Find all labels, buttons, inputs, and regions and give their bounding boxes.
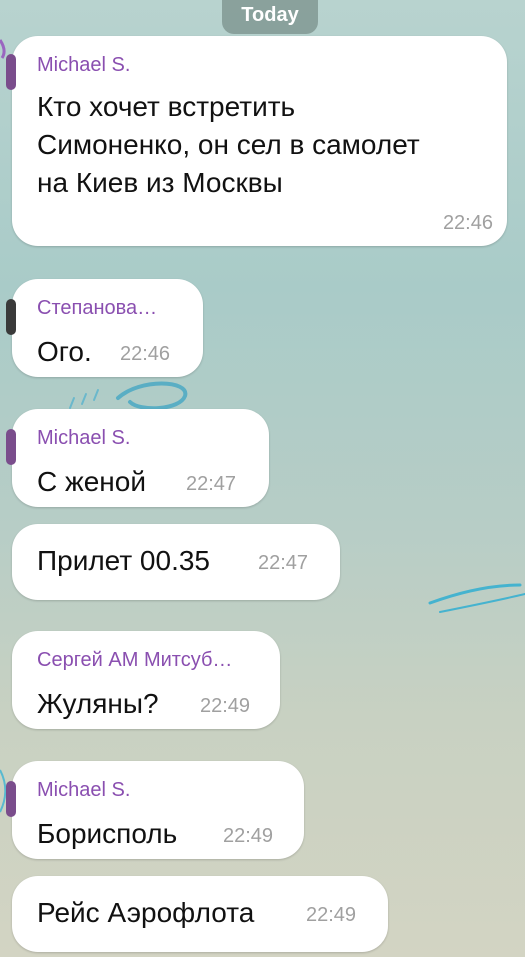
message-time: 22:49 [223, 825, 274, 847]
sender-name[interactable]: Сергей АМ Митсуб… [37, 649, 232, 672]
avatar[interactable] [6, 429, 16, 465]
message-text: С женой [37, 466, 146, 497]
sender-name[interactable]: Степанова… [37, 297, 157, 320]
message-bubble[interactable]: Michael S. Кто хочет встретить Симоненко… [6, 36, 507, 246]
message-text-line: Симоненко, он сел в самолет [37, 129, 420, 160]
sender-name[interactable]: Michael S. [37, 54, 130, 77]
message-time: 22:47 [258, 552, 309, 574]
message-bubble[interactable]: Прилет 00.35 22:47 [12, 524, 340, 600]
message-text-line: на Киев из Москвы [37, 167, 283, 198]
message-bubble[interactable]: Сергей АМ Митсуб… Жуляны? 22:49 [12, 631, 280, 729]
avatar[interactable] [6, 54, 16, 90]
sender-name[interactable]: Michael S. [37, 427, 130, 450]
date-separator: Today [222, 0, 318, 34]
message-bubble[interactable]: Michael S. Борисполь 22:49 [6, 761, 304, 859]
message-time: 22:46 [442, 212, 493, 234]
message-text: Ого. [37, 336, 92, 367]
message-time: 22:49 [306, 904, 357, 926]
avatar[interactable] [6, 781, 16, 817]
message-text: Прилет 00.35 [37, 545, 210, 576]
message-bubble[interactable]: Michael S. С женой 22:47 [6, 409, 269, 507]
avatar[interactable] [6, 299, 16, 335]
message-text: Жуляны? [37, 688, 159, 719]
message-time: 22:46 [120, 343, 171, 365]
message-bubble[interactable]: Степанова… Ого. 22:46 [6, 279, 203, 377]
message-bubble[interactable]: Рейс Аэрофлота 22:49 [12, 876, 388, 952]
message-text: Борисполь [37, 818, 178, 849]
message-time: 22:47 [186, 473, 237, 495]
message-text: Рейс Аэрофлота [37, 897, 255, 928]
sender-name[interactable]: Michael S. [37, 779, 130, 802]
message-text-line: Кто хочет встретить [37, 91, 296, 122]
message-time: 22:49 [200, 695, 251, 717]
